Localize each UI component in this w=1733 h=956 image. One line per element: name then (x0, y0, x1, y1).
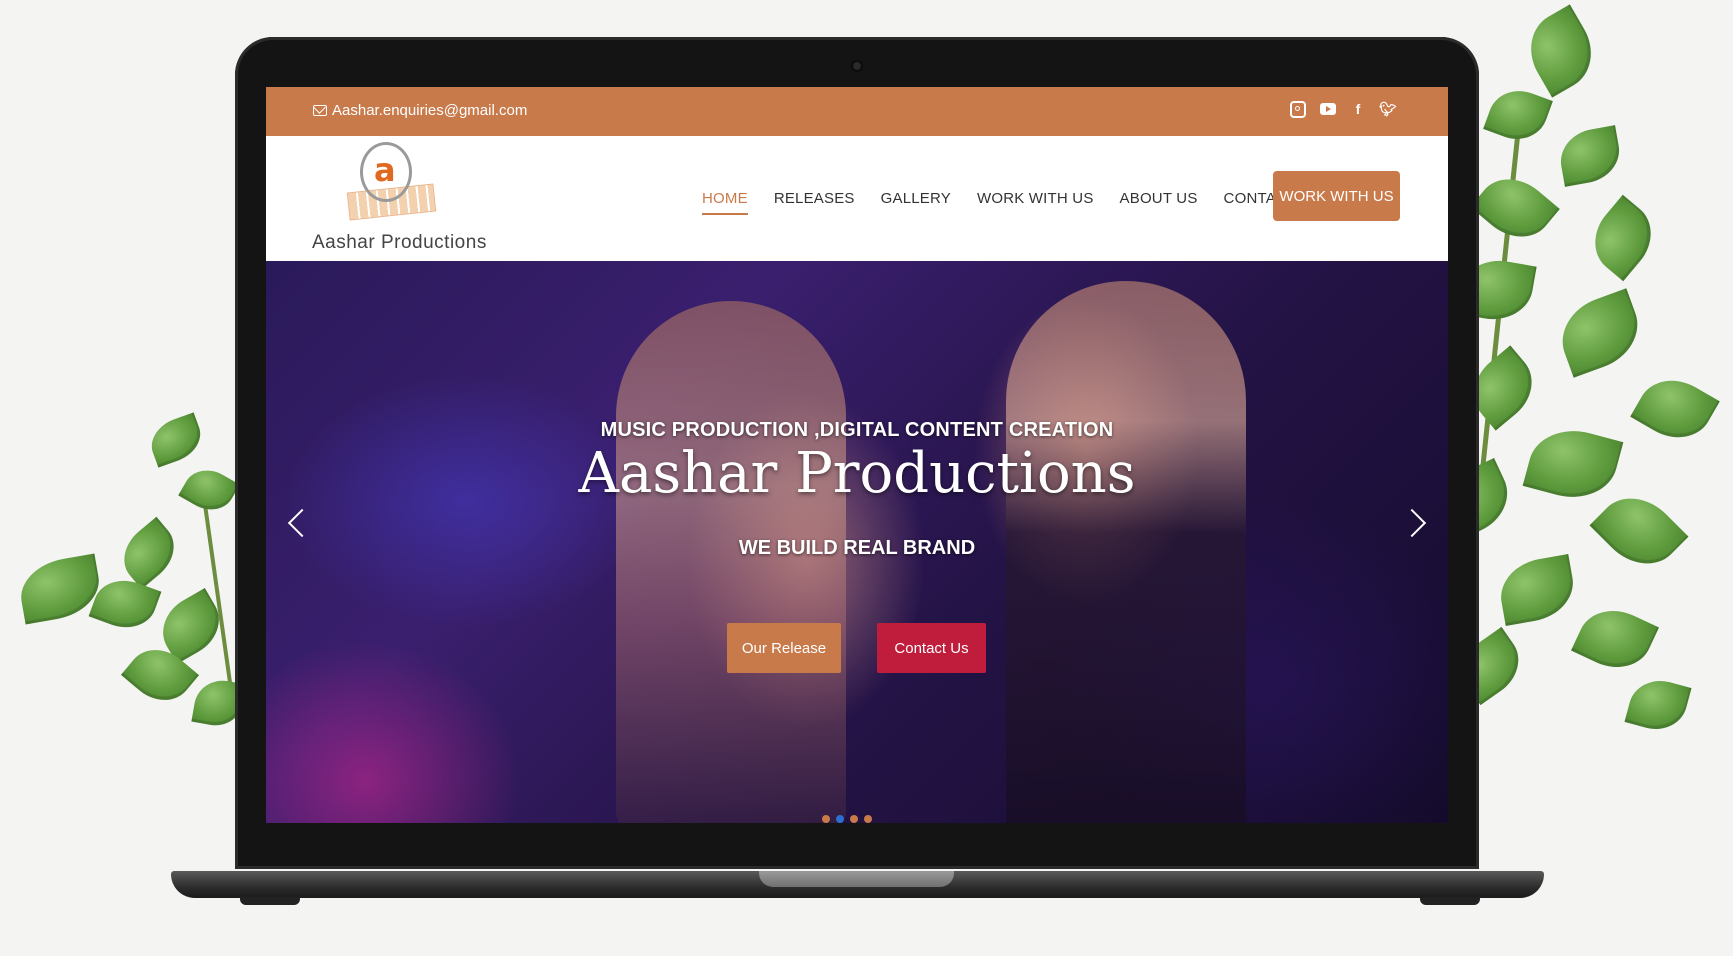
logo-letter: a (374, 151, 396, 189)
carousel-next-icon[interactable] (1397, 508, 1427, 538)
logo-text: Aashar Productions (312, 232, 487, 253)
work-with-us-button[interactable]: WORK WITH US (1273, 171, 1400, 221)
top-contact-bar: Aashar.enquiries@gmail.com f 🐦︎ (266, 87, 1448, 136)
nav-about-us[interactable]: ABOUT US (1120, 190, 1198, 207)
hero-tagline: WE BUILD REAL BRAND (738, 537, 976, 559)
our-release-button[interactable]: Our Release (727, 623, 841, 673)
twitter-icon[interactable]: 🐦︎ (1379, 101, 1397, 117)
laptop-camera (853, 62, 861, 70)
website-screen: Aashar.enquiries@gmail.com f 🐦︎ a Aashar… (266, 87, 1448, 823)
hero-subtitle: MUSIC PRODUCTION ,DIGITAL CONTENT CREATI… (600, 419, 1114, 441)
youtube-icon[interactable] (1320, 101, 1336, 117)
nav-gallery[interactable]: GALLERY (881, 190, 951, 207)
email-link[interactable]: Aashar.enquiries@gmail.com (313, 102, 527, 119)
envelope-icon (313, 105, 327, 116)
social-links: f 🐦︎ (1290, 100, 1397, 118)
carousel-dot[interactable] (822, 815, 830, 823)
email-text: Aashar.enquiries@gmail.com (332, 102, 528, 119)
facebook-icon[interactable]: f (1350, 101, 1366, 117)
hero-carousel: MUSIC PRODUCTION ,DIGITAL CONTENT CREATI… (266, 261, 1448, 823)
hero-photo-performer-left (616, 301, 846, 823)
nav-work-with-us[interactable]: WORK WITH US (977, 190, 1094, 207)
carousel-indicators (822, 815, 872, 823)
nav-menu: HOME RELEASES GALLERY WORK WITH US ABOUT… (702, 136, 1322, 261)
laptop-foot-right (1420, 897, 1480, 905)
laptop-notch (759, 871, 954, 887)
instagram-icon[interactable] (1290, 100, 1306, 118)
nav-releases[interactable]: RELEASES (774, 190, 855, 207)
nav-home[interactable]: HOME (702, 190, 748, 215)
hero-title: Aashar Productions (578, 441, 1136, 506)
carousel-prev-icon[interactable] (287, 508, 317, 538)
contact-us-button[interactable]: Contact Us (877, 623, 986, 673)
main-navbar: a Aashar Productions HOME RELEASES GALLE… (266, 136, 1448, 261)
carousel-dot[interactable] (850, 815, 858, 823)
carousel-dot[interactable] (864, 815, 872, 823)
carousel-dot[interactable] (836, 815, 844, 823)
laptop-foot-left (240, 897, 300, 905)
brand-logo[interactable]: a Aashar Productions (312, 136, 486, 261)
